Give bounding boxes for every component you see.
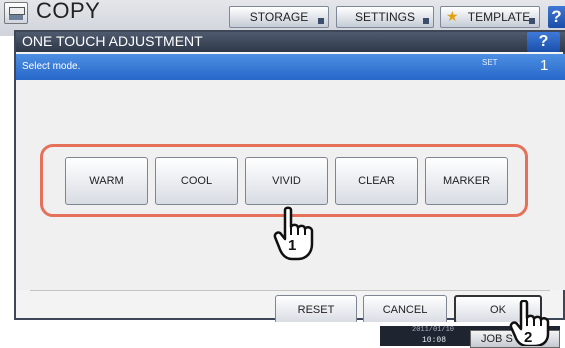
template-tab-label: TEMPLATE <box>467 10 531 24</box>
status-time: 10:08 <box>422 336 447 345</box>
storage-tab-label: STORAGE <box>249 10 309 24</box>
reset-button[interactable]: RESET <box>275 295 357 324</box>
corner-marker-icon <box>318 18 324 24</box>
star-icon: ★ <box>446 8 459 24</box>
dialog-title: ONE TOUCH ADJUSTMENT <box>22 33 203 49</box>
step-2-number: 2 <box>524 329 532 346</box>
cancel-button[interactable]: CANCEL <box>363 295 447 324</box>
step-1-number: 1 <box>288 237 296 254</box>
corner-marker-icon <box>423 18 429 24</box>
dialog-help-button[interactable]: ? <box>527 32 560 52</box>
storage-tab[interactable]: STORAGE <box>229 6 329 28</box>
divider <box>30 290 550 291</box>
app-title: COPY <box>36 0 101 23</box>
settings-tab[interactable]: SETTINGS <box>336 6 434 28</box>
pointing-hand-icon: 1 <box>273 206 314 261</box>
corner-marker-icon <box>529 18 535 24</box>
settings-tab-label: SETTINGS <box>354 10 415 24</box>
pointing-hand-icon: 2 <box>509 300 550 346</box>
status-date: 2011/01/10 <box>412 326 455 334</box>
copier-icon <box>4 2 28 24</box>
instruction-text: Select mode. <box>22 61 81 72</box>
help-button[interactable]: ? <box>548 6 565 28</box>
set-label: SET <box>482 58 498 67</box>
set-count: 1 <box>540 57 549 74</box>
